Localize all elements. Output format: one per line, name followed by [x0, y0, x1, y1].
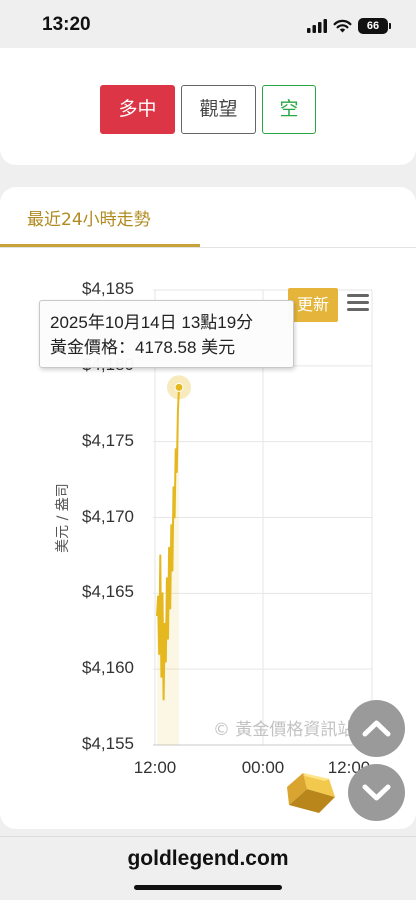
hamburger-menu-icon[interactable]	[347, 294, 369, 314]
battery-icon: 66	[358, 18, 391, 34]
scroll-up-button[interactable]	[348, 700, 405, 757]
status-time: 13:20	[42, 14, 91, 35]
y-tick-label: $4,160	[82, 658, 134, 678]
browser-footer: goldlegend.com	[0, 836, 416, 900]
tab-24h-trend[interactable]: 最近24小時走勢	[27, 205, 151, 230]
chevron-up-icon	[362, 720, 391, 737]
home-indicator[interactable]	[134, 885, 282, 890]
site-url[interactable]: goldlegend.com	[0, 847, 416, 871]
sentiment-card: 多中 觀望 空	[0, 48, 416, 165]
bearish-button[interactable]: 空	[262, 85, 316, 134]
neutral-button[interactable]: 觀望	[181, 85, 256, 134]
tooltip-price: 黃金價格：4178.58 美元	[50, 338, 236, 357]
scroll-down-button[interactable]	[348, 764, 405, 821]
tooltip-date: 2025年10月14日 13點19分	[50, 313, 254, 332]
cellular-signal-icon	[307, 19, 327, 33]
wifi-icon	[333, 19, 352, 33]
chart-tooltip: 2025年10月14日 13點19分 黃金價格：4178.58 美元	[39, 300, 294, 368]
tab-divider	[0, 247, 416, 248]
status-bar: 13:20 66	[0, 0, 416, 50]
x-tick-label: 12:00	[133, 758, 177, 777]
gold-bar-icon	[287, 773, 335, 813]
status-icons: 66	[307, 18, 391, 34]
y-tick-label: $4,165	[82, 582, 134, 602]
chart-watermark: © 黃金價格資訊站	[213, 720, 355, 740]
update-button[interactable]: 更新	[288, 288, 338, 322]
bullish-button[interactable]: 多中	[100, 85, 175, 134]
y-tick-label: $4,155	[82, 734, 134, 753]
x-tick-label: 00:00	[241, 758, 285, 777]
battery-level: 66	[366, 20, 380, 32]
y-tick-label: $4,185	[82, 279, 134, 298]
chevron-down-icon	[362, 784, 391, 801]
y-tick-label: $4,175	[82, 430, 134, 450]
y-axis-title: 美元 / 盎司	[55, 483, 71, 553]
